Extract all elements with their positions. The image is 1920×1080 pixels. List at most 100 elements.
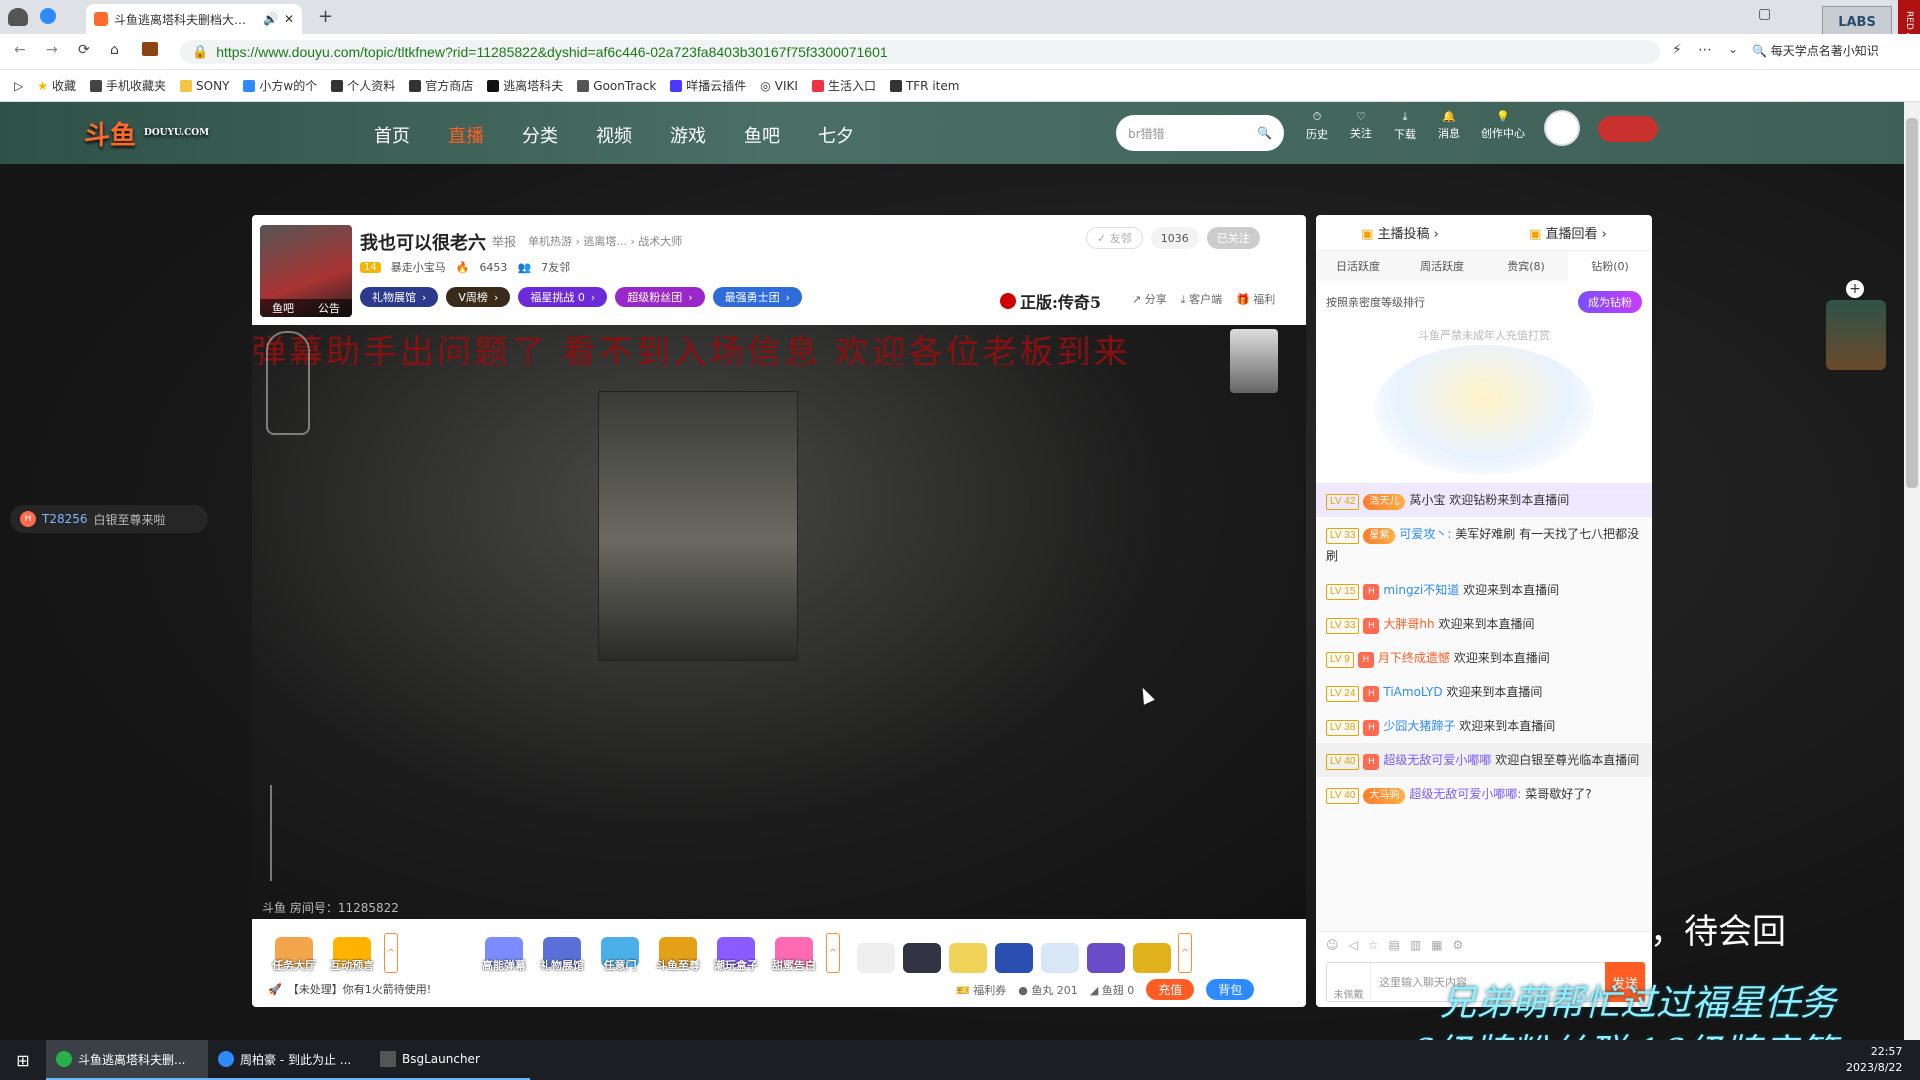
gift-item[interactable] bbox=[1086, 927, 1126, 973]
report-link[interactable]: 举报 bbox=[492, 233, 516, 250]
reload-icon[interactable]: ⟳ bbox=[78, 42, 90, 58]
gift-anydoor[interactable]: 任意门 bbox=[594, 927, 646, 973]
pill-vweek[interactable]: V周榜 › bbox=[446, 287, 511, 307]
video-player[interactable]: 弹幕助手出问题了 看不到入场信息 欢迎各位老板到来 斗鱼 房间号：1128582… bbox=[252, 325, 1306, 919]
gift-item[interactable] bbox=[994, 927, 1034, 973]
pill-super-fans[interactable]: 超级粉丝团 › bbox=[615, 287, 705, 307]
bookmark-item[interactable]: GoonTrack bbox=[577, 79, 656, 93]
chat-username[interactable]: 月下终成遗憾 bbox=[1378, 651, 1450, 665]
nav-home[interactable]: 首页 bbox=[374, 122, 410, 148]
bookmark-item[interactable]: ◎ VIKI bbox=[760, 79, 798, 93]
nav-category[interactable]: 分类 bbox=[522, 122, 558, 148]
nav-live[interactable]: 直播 bbox=[448, 122, 484, 148]
nav-fishbar[interactable]: 鱼吧 bbox=[744, 122, 780, 148]
gift-task-hall[interactable]: 任务大厅 bbox=[268, 927, 320, 973]
friends-count[interactable]: 7友邻 bbox=[541, 259, 570, 275]
chat-username[interactable]: 超级无敌可爱小嘟嘟: bbox=[1409, 787, 1521, 801]
home-icon[interactable]: ⌂ bbox=[110, 42, 119, 58]
gift-highenergy[interactable]: 高能弹幕 bbox=[478, 927, 530, 973]
gift-supreme[interactable]: 斗鱼至尊 bbox=[652, 927, 704, 973]
site-logo[interactable]: 斗鱼 DOUYU.COM bbox=[84, 110, 324, 156]
browser-tab-active[interactable]: 斗鱼逃离塔科夫删档大更新 🔊 ✕ bbox=[86, 4, 302, 34]
float-ad[interactable] bbox=[1826, 300, 1886, 370]
message-button[interactable]: 🔔 消息 bbox=[1436, 110, 1462, 146]
lock-icon[interactable]: ▥ bbox=[1410, 938, 1421, 952]
expand-mid-button[interactable]: ^ bbox=[826, 933, 840, 973]
coupon-link[interactable]: 🎫 福利券 bbox=[956, 982, 1006, 998]
anchor-avatar[interactable]: 鱼吧 公告 bbox=[260, 225, 352, 317]
bookmark-item[interactable]: 咩播云插件 bbox=[670, 77, 746, 94]
gift-gallery[interactable]: 礼物展馆 bbox=[536, 927, 588, 973]
chat-username[interactable]: mingzi不知道 bbox=[1383, 583, 1459, 597]
bookmark-item[interactable]: 生活入口 bbox=[811, 77, 876, 94]
fan-icon[interactable]: ▤ bbox=[1389, 938, 1400, 952]
sponsor-ad[interactable]: 正版:传奇5 bbox=[1000, 289, 1101, 313]
pill-lucky-challenge[interactable]: 福星挑战 0 › bbox=[518, 287, 608, 307]
replay-link[interactable]: ▣ 直播回看 › bbox=[1529, 223, 1607, 242]
gift-item[interactable] bbox=[1040, 927, 1080, 973]
forward-icon[interactable]: → bbox=[46, 42, 58, 58]
more-icon[interactable]: ⋯ bbox=[1698, 42, 1712, 58]
taskbar-item-launcher[interactable]: BsgLauncher bbox=[370, 1040, 530, 1080]
pill-gift-hall[interactable]: 礼物展馆 › bbox=[360, 287, 439, 307]
become-diamond-button[interactable]: 成为钻粉 bbox=[1578, 291, 1642, 313]
search-icon[interactable]: 🔍 bbox=[1257, 126, 1272, 140]
lightning-icon[interactable]: ⚡ bbox=[1672, 42, 1682, 58]
backpack-button[interactable]: 背包 bbox=[1206, 979, 1255, 1000]
gift-item[interactable] bbox=[856, 927, 896, 973]
tab-close-icon[interactable]: ✕ bbox=[284, 12, 294, 26]
nav-video[interactable]: 视频 bbox=[596, 122, 632, 148]
fishbar-link[interactable]: 鱼吧 bbox=[272, 300, 294, 316]
pill-warriors[interactable]: 最强勇士团 › bbox=[712, 287, 803, 307]
chat-username[interactable]: 大胖哥hh bbox=[1383, 617, 1434, 631]
creator-center-button[interactable]: 💡 创作中心 bbox=[1480, 110, 1526, 146]
back-icon[interactable]: ← bbox=[14, 42, 26, 58]
gift-blindbox[interactable]: 潮玩盒子 bbox=[710, 927, 762, 973]
tag-icon[interactable]: ▦ bbox=[1431, 938, 1442, 952]
followed-button[interactable]: 已关注 bbox=[1206, 227, 1260, 249]
gift-item[interactable] bbox=[902, 927, 942, 973]
bookmark-item[interactable]: TFR item bbox=[889, 79, 959, 93]
gift-sweet[interactable]: 甜蜜告白 bbox=[768, 927, 820, 973]
emoji-icon[interactable]: ☺ bbox=[1326, 938, 1339, 952]
star-icon[interactable]: ☆ bbox=[1368, 938, 1379, 952]
welfare-button[interactable]: 🎁 福利 bbox=[1236, 291, 1275, 307]
system-clock[interactable]: 22:57 2023/8/22 bbox=[1846, 1044, 1902, 1076]
follow-button[interactable]: ♡ 关注 bbox=[1348, 110, 1374, 146]
gift-item[interactable] bbox=[1132, 927, 1172, 973]
friend-button[interactable]: ✓ 友邻 bbox=[1086, 227, 1143, 249]
bookmark-item[interactable]: 小方w的个 bbox=[243, 77, 317, 94]
tab-weekly[interactable]: 周活跃度 bbox=[1400, 251, 1484, 281]
taskbar-item-music[interactable]: 周柏豪 - 到此为止 ... bbox=[208, 1040, 370, 1080]
bookmark-item[interactable]: 官方商店 bbox=[409, 77, 473, 94]
page-scrollbar-thumb[interactable] bbox=[1906, 118, 1918, 488]
briefcase-icon[interactable] bbox=[142, 42, 158, 56]
rocket-notice[interactable]: 🚀 【未处理】你有1火箭待使用! bbox=[268, 981, 431, 997]
live-start-button[interactable] bbox=[1598, 116, 1658, 142]
nav-game[interactable]: 游戏 bbox=[670, 122, 706, 148]
chat-username[interactable]: 超级无敌可爱小嘟嘟 bbox=[1383, 753, 1491, 767]
anchor-name[interactable]: 暴走小宝马 bbox=[391, 259, 446, 275]
download-button[interactable]: ⤓ 下载 bbox=[1392, 110, 1418, 146]
url-field[interactable]: 🔒 https://www.douyu.com/topic/tltkfnew?r… bbox=[180, 40, 1660, 64]
tab-vip[interactable]: 贵宾(8) bbox=[1484, 251, 1568, 281]
expand-left-button[interactable]: ^ bbox=[384, 933, 398, 973]
settings-icon[interactable]: ⚙ bbox=[1453, 938, 1464, 952]
speaker-icon[interactable]: 🔊 bbox=[263, 12, 278, 26]
nav-qixi[interactable]: 七夕 bbox=[818, 122, 854, 148]
history-button[interactable]: ⏱ 历史 bbox=[1304, 110, 1330, 146]
telegram-icon[interactable] bbox=[40, 8, 56, 24]
site-search-box[interactable]: br猎猎 🔍 bbox=[1116, 115, 1284, 151]
chat-username[interactable]: 可爱攻丶: bbox=[1399, 527, 1451, 541]
bookmark-item[interactable]: 个人资料 bbox=[331, 77, 395, 94]
bookmark-item[interactable]: 手机收藏夹 bbox=[90, 77, 166, 94]
chat-username[interactable]: 莴小宝 bbox=[1409, 493, 1445, 507]
client-button[interactable]: ⤓ 客户端 bbox=[1181, 291, 1222, 307]
expand-right-button[interactable]: ^ bbox=[1178, 933, 1192, 973]
anchor-upload-link[interactable]: ▣ 主播投稿 › bbox=[1361, 223, 1439, 242]
windows-start-icon[interactable]: ⊞ bbox=[0, 1040, 46, 1080]
gift-item[interactable] bbox=[948, 927, 988, 973]
chat-username[interactable]: 少囧大猪蹄子 bbox=[1383, 719, 1455, 733]
breadcrumb[interactable]: 单机热游 › 逃离塔... › 战术大师 bbox=[528, 233, 682, 249]
bookmark-item[interactable]: ★ 收藏 bbox=[37, 77, 76, 94]
